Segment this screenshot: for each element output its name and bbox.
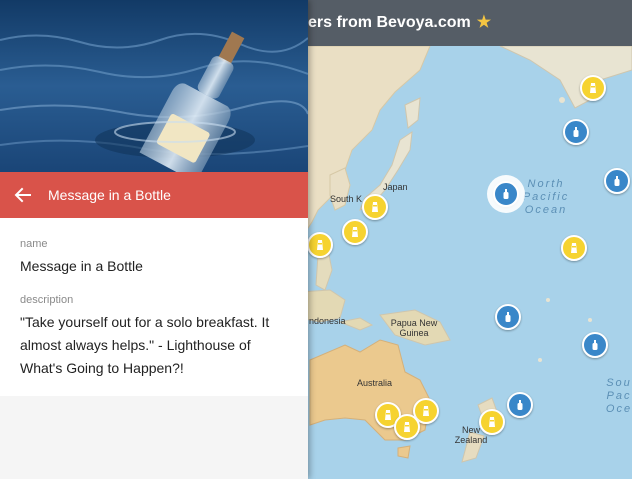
bottle-marker[interactable]	[507, 392, 533, 418]
map-label-south-korea: South K	[330, 194, 363, 204]
name-field-value: Message in a Bottle	[20, 258, 143, 274]
description-field-label: description	[20, 294, 74, 306]
description-field-value: "Take yourself out for a solo breakfast.…	[20, 314, 270, 376]
app-title: ers from Bevoya.com ★	[308, 0, 491, 46]
map-label-papua-new-guinea: Papua New Guinea	[390, 318, 438, 338]
lighthouse-icon	[352, 227, 358, 237]
star-icon[interactable]: ★	[477, 14, 491, 31]
bottle-marker[interactable]	[495, 304, 521, 330]
panel-title: Message in a Bottle	[48, 187, 171, 203]
lighthouse-marker[interactable]	[561, 235, 587, 261]
bottle-icon	[517, 400, 523, 410]
bottle-icon	[503, 189, 509, 199]
lighthouse-marker[interactable]	[580, 75, 606, 101]
bottle-icon	[614, 176, 620, 186]
bottle-icon	[573, 127, 579, 137]
lighthouse-marker[interactable]	[307, 232, 333, 258]
lighthouse-marker[interactable]	[342, 219, 368, 245]
bottle-marker[interactable]	[582, 332, 608, 358]
detail-fields: name Message in a Bottle description "Ta…	[0, 218, 308, 396]
back-arrow-icon[interactable]	[12, 184, 34, 206]
map-label-australia: Australia	[357, 378, 393, 388]
bottle-marker[interactable]	[604, 168, 630, 194]
lighthouse-icon	[404, 422, 410, 432]
lighthouse-marker[interactable]	[479, 409, 505, 435]
lighthouse-icon	[385, 410, 391, 420]
app-title-text: ers from Bevoya.com	[308, 14, 471, 31]
bottle-icon	[592, 340, 598, 350]
ocean-label-north-pacific: North Pacific Ocean	[522, 178, 570, 216]
bottle-icon	[505, 312, 511, 322]
bottle-marker[interactable]	[563, 119, 589, 145]
lighthouse-icon	[423, 406, 429, 416]
lighthouse-icon	[372, 202, 378, 212]
lighthouse-icon	[317, 240, 323, 250]
hero-illustration	[0, 0, 308, 172]
map-label-indonesia: ndonesia	[309, 316, 346, 326]
ocean-label-south-pacific: Sou Pac Oce	[605, 377, 632, 415]
bottle-marker-selected[interactable]	[493, 181, 519, 207]
lighthouse-icon	[590, 83, 596, 93]
panel-header: Message in a Bottle	[0, 172, 308, 218]
lighthouse-marker[interactable]	[394, 414, 420, 440]
map-label-japan: Japan	[383, 182, 408, 192]
lighthouse-icon	[571, 243, 577, 253]
detail-panel: Message in a Bottle name Message in a Bo…	[0, 0, 308, 479]
message-in-a-bottle-photo	[0, 0, 308, 172]
name-field-label: name	[20, 238, 48, 250]
lighthouse-icon	[489, 417, 495, 427]
lighthouse-marker[interactable]	[362, 194, 388, 220]
